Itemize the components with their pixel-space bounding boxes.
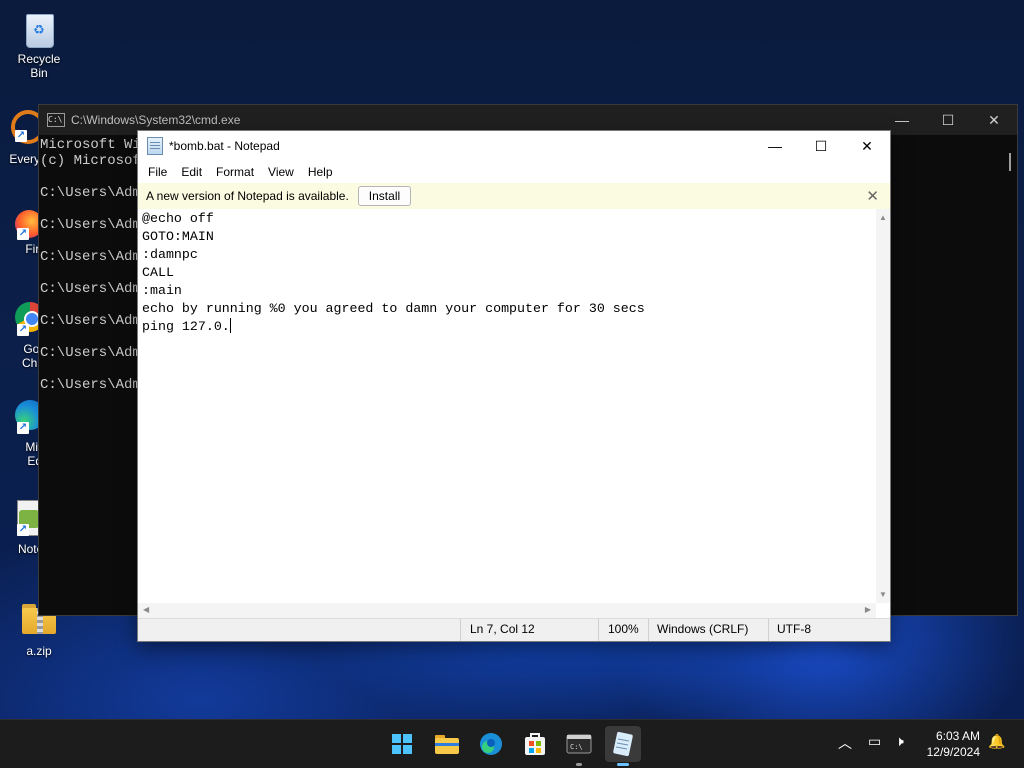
desktop-icon-label: a.zip — [26, 644, 52, 658]
status-bar: Ln 7, Col 12 100% Windows (CRLF) UTF-8 — [138, 618, 890, 641]
clock-time: 6:03 AM — [935, 729, 980, 743]
editor-line: :damnpc — [142, 247, 198, 262]
edge-icon: ↗ — [3, 398, 45, 438]
chrome-icon: ↗ — [3, 300, 45, 340]
scroll-right-icon[interactable]: ▶ — [865, 605, 871, 614]
maximize-icon[interactable]: ☐ — [798, 131, 844, 161]
editor-line-current: ping 127.0. — [142, 318, 872, 336]
maximize-icon[interactable]: ☐ — [925, 112, 971, 129]
cmd-scrollbar[interactable] — [1009, 153, 1011, 171]
desktop-icon-label: Recycle Bin — [17, 52, 61, 80]
terminal-icon[interactable]: C:\ — [561, 726, 597, 766]
taskbar-clock[interactable]: 6:03 AM 12/9/2024 — [927, 728, 980, 760]
text-editor[interactable]: @echo off GOTO:MAIN :damnpc CALL :main e… — [138, 209, 876, 603]
minimize-icon[interactable]: — — [879, 112, 925, 128]
install-button[interactable]: Install — [357, 186, 412, 206]
minimize-icon[interactable]: — — [752, 131, 798, 161]
scroll-up-icon[interactable]: ▲ — [876, 213, 890, 222]
firefox-icon: ↗ — [3, 208, 43, 248]
notepad-icon: ↗ — [3, 500, 43, 540]
menu-edit[interactable]: Edit — [174, 165, 209, 179]
recycle-bin-icon: ♻ — [22, 8, 56, 48]
clock-date: 12/9/2024 — [926, 745, 980, 759]
notepad-title: *bomb.bat - Notepad — [169, 139, 280, 153]
close-icon[interactable]: ✕ — [971, 112, 1017, 129]
everything-icon: ↗ — [1, 108, 45, 148]
start-icon[interactable] — [384, 726, 420, 762]
file-explorer-icon[interactable] — [429, 726, 465, 762]
notepad-window[interactable]: *bomb.bat - Notepad — ☐ ✕ File Edit Form… — [137, 130, 891, 642]
notepad-icon[interactable] — [605, 726, 641, 766]
status-encoding: UTF-8 — [777, 622, 811, 636]
editor-line: ping 127.0. — [142, 319, 230, 334]
notification-bell-icon[interactable]: 🔔 — [988, 733, 1005, 750]
update-banner-text: A new version of Notepad is available. — [146, 189, 349, 203]
menu-format[interactable]: Format — [209, 165, 261, 179]
notepad-titlebar[interactable]: *bomb.bat - Notepad — ☐ ✕ — [138, 131, 890, 161]
cmd-title: C:\Windows\System32\cmd.exe — [71, 113, 241, 127]
edge-icon[interactable] — [473, 726, 509, 762]
editor-line: echo by running %0 you agreed to damn yo… — [142, 301, 645, 316]
horizontal-scrollbar[interactable]: ◀ ▶ — [138, 603, 876, 619]
menu-view[interactable]: View — [261, 165, 301, 179]
network-icon[interactable]: ▭ — [868, 733, 881, 750]
close-icon[interactable]: ✕ — [866, 187, 879, 205]
update-banner: A new version of Notepad is available. I… — [138, 183, 890, 209]
editor-line: CALL — [142, 265, 174, 280]
scroll-left-icon[interactable]: ◀ — [143, 605, 149, 614]
editor-line: @echo off — [142, 211, 214, 226]
menu-help[interactable]: Help — [301, 165, 340, 179]
close-icon[interactable]: ✕ — [844, 131, 890, 161]
status-zoom: 100% — [608, 622, 639, 636]
chevron-up-icon[interactable]: ︿ — [838, 733, 852, 753]
text-caret — [229, 318, 231, 333]
store-icon[interactable] — [517, 726, 553, 762]
taskbar: C:\ ︿ ▭ 🕨 6:03 AM 12/9/2024 🔔 — [0, 719, 1024, 768]
volume-muted-icon[interactable]: 🕨 — [895, 733, 904, 750]
svg-text:C:\: C:\ — [570, 743, 583, 751]
notepad-app-icon — [147, 137, 163, 155]
desktop-icon-recycle-bin[interactable]: ♻ Recycle Bin — [9, 8, 69, 80]
scroll-down-icon[interactable]: ▼ — [876, 590, 890, 599]
editor-line: GOTO:MAIN — [142, 229, 214, 244]
vertical-scrollbar[interactable]: ▲ ▼ — [876, 209, 890, 603]
editor-line: :main — [142, 283, 182, 298]
menu-bar: File Edit Format View Help — [138, 161, 890, 183]
status-line-ending: Windows (CRLF) — [657, 622, 749, 636]
menu-file[interactable]: File — [141, 165, 174, 179]
status-position: Ln 7, Col 12 — [470, 622, 535, 636]
cmd-window-icon: C:\ — [47, 113, 65, 127]
